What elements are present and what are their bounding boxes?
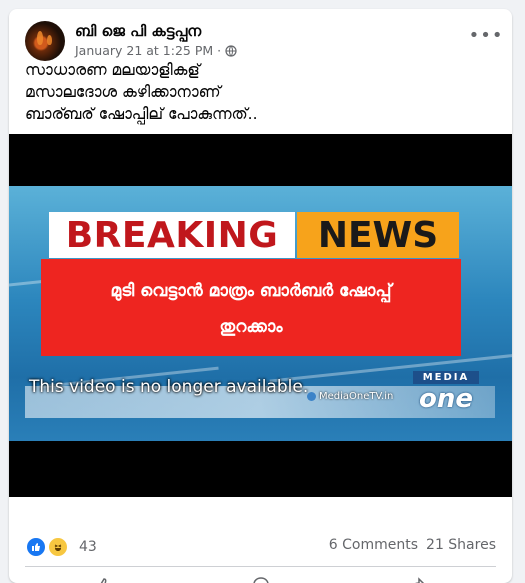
- headline-line: മുടി വെട്ടാൻ മാത്രം ബാർബർ ഷോപ്പ്: [110, 281, 392, 301]
- logo-media-text: MEDIA: [413, 371, 479, 384]
- channel-handle-text: MediaOneTV.in: [319, 391, 394, 402]
- like-button[interactable]: [25, 570, 182, 583]
- logo-one-text: one: [418, 384, 473, 414]
- channel-handle: MediaOneTV.in: [307, 391, 393, 402]
- footer-divider: [25, 566, 496, 567]
- share-icon: [414, 577, 424, 583]
- reaction-count: 43: [79, 539, 97, 555]
- comment-button[interactable]: [182, 570, 339, 583]
- engagement-counts: 6 Comments 21 Shares: [329, 537, 496, 553]
- haha-reaction-icon: [47, 536, 69, 558]
- news-label: NEWS: [297, 212, 459, 258]
- page-avatar[interactable]: [25, 21, 65, 61]
- globe-icon: [225, 44, 237, 57]
- like-reaction-icon: [25, 536, 47, 558]
- action-bar: [25, 570, 496, 583]
- headline-box: മുടി വെട്ടാൻ മാത്രം ബാർബർ ഷോപ്പ് തുറക്കാ…: [41, 259, 461, 356]
- breaking-label: BREAKING: [49, 212, 295, 258]
- shares-count-link[interactable]: 21 Shares: [426, 537, 496, 553]
- share-button[interactable]: [339, 570, 496, 583]
- video-player[interactable]: BREAKING NEWS മുടി വെട്ടാൻ മാത്രം ബാർബർ …: [9, 134, 512, 497]
- headline-line: തുറക്കാം: [219, 317, 283, 337]
- reactions-summary[interactable]: 43: [25, 536, 97, 558]
- comment-icon: [252, 577, 269, 583]
- more-options-button[interactable]: •••: [469, 21, 503, 49]
- post-timestamp[interactable]: January 21 at 1:25 PM: [75, 43, 213, 58]
- post-meta: January 21 at 1:25 PM ·: [75, 43, 237, 58]
- flame-shape: [47, 35, 52, 45]
- meta-separator: ·: [217, 43, 222, 58]
- comments-count-link[interactable]: 6 Comments: [329, 537, 418, 553]
- handle-dot-icon: [307, 392, 316, 401]
- post-card: ബി ജെ പി കട്ടപ്പന January 21 at 1:25 PM …: [9, 9, 512, 583]
- mediaone-logo: MEDIA one: [413, 371, 479, 417]
- video-unavailable-message: This video is no longer available.: [29, 377, 309, 397]
- page-name-link[interactable]: ബി ജെ പി കട്ടപ്പന: [75, 22, 201, 40]
- post-text-line: മസാലദോശ കഴിക്കാനാണ്: [25, 83, 221, 101]
- flame-shape: [37, 31, 43, 45]
- post-text: സാധാരണ മലയാളികള് മസാലദോശ കഴിക്കാനാണ് ബാര…: [25, 59, 495, 125]
- post-text-line: ബാര്ബര് ഷോപ്പില് പോകുന്നത്..: [25, 105, 258, 123]
- post-text-line: സാധാരണ മലയാളികള്: [25, 61, 200, 79]
- thumbs-up-icon: [100, 578, 106, 583]
